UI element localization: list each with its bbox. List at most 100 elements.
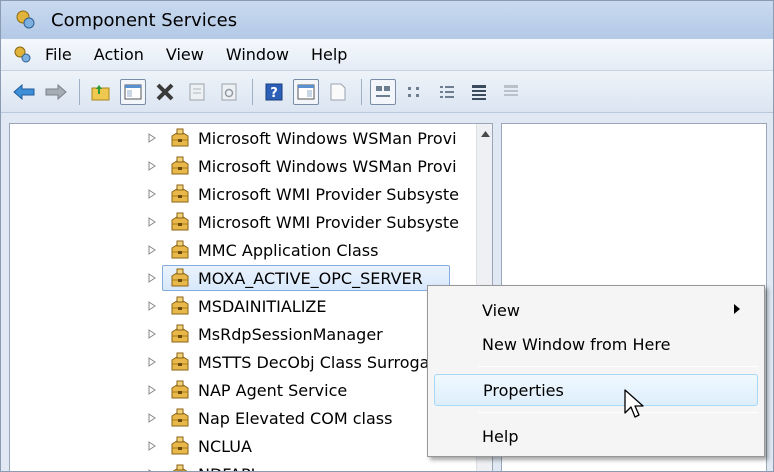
toolbar: ? bbox=[1, 71, 773, 113]
com-application-icon bbox=[169, 295, 191, 317]
tree-item-label: Microsoft Windows WSMan Provi bbox=[198, 156, 457, 176]
expand-arrow-icon[interactable] bbox=[148, 460, 158, 471]
tree-item[interactable]: NAP Agent Service bbox=[10, 376, 476, 404]
com-application-icon bbox=[169, 351, 191, 373]
menu-action[interactable]: Action bbox=[94, 45, 144, 64]
tree-item[interactable]: Microsoft Windows WSMan Provi bbox=[10, 124, 476, 152]
tree-item-label: MSDAINITIALIZE bbox=[198, 296, 327, 316]
delete-button[interactable] bbox=[152, 79, 178, 105]
refresh-button[interactable] bbox=[216, 79, 242, 105]
small-icons-icon bbox=[408, 86, 419, 97]
tree-item[interactable]: MSDAINITIALIZE bbox=[10, 292, 476, 320]
tree-item-label: NDFAPI bbox=[198, 465, 255, 472]
mouse-pointer-icon bbox=[624, 389, 644, 418]
expand-arrow-icon[interactable] bbox=[148, 348, 158, 376]
menu-help[interactable]: Help bbox=[311, 45, 347, 64]
expand-arrow-icon[interactable] bbox=[148, 404, 158, 432]
expand-arrow-icon[interactable] bbox=[148, 376, 158, 404]
com-application-icon bbox=[169, 239, 191, 261]
detail-view-icon bbox=[472, 84, 486, 100]
show-hide-action-pane-button[interactable] bbox=[293, 78, 319, 105]
tree-item[interactable]: MMC Application Class bbox=[10, 236, 476, 264]
toolbar-separator bbox=[361, 78, 362, 105]
help-icon: ? bbox=[265, 83, 283, 101]
tree-item[interactable]: Microsoft Windows WSMan Provi bbox=[10, 152, 476, 180]
expand-arrow-icon[interactable] bbox=[148, 432, 158, 460]
com-application-icon bbox=[169, 323, 191, 345]
up-folder-icon bbox=[91, 84, 110, 100]
new-window-icon bbox=[330, 83, 346, 100]
com-application-icon bbox=[169, 211, 191, 233]
com-application-icon bbox=[169, 379, 191, 401]
menu-view[interactable]: View bbox=[166, 45, 204, 64]
tree-item[interactable]: NCLUA bbox=[10, 432, 476, 460]
new-window-button[interactable] bbox=[325, 79, 351, 105]
back-button[interactable] bbox=[11, 79, 37, 105]
context-menu-help-label: Help bbox=[482, 426, 519, 446]
context-menu-view[interactable]: View bbox=[434, 294, 758, 326]
menu-bar: File Action View Window Help bbox=[1, 39, 773, 71]
properties-button[interactable] bbox=[184, 79, 210, 105]
menu-window[interactable]: Window bbox=[226, 45, 289, 64]
tree-item[interactable]: NDFAPI bbox=[10, 460, 476, 472]
show-hide-tree-icon bbox=[124, 84, 142, 99]
tree-item-label: Microsoft WMI Provider Subsyste bbox=[198, 184, 459, 204]
com-application-icon bbox=[169, 435, 191, 457]
configure-button[interactable] bbox=[498, 79, 524, 105]
context-menu-properties[interactable]: Properties bbox=[434, 374, 758, 406]
detail-button[interactable] bbox=[466, 79, 492, 105]
tree-item[interactable]: Microsoft WMI Provider Subsyste bbox=[10, 180, 476, 208]
up-one-level-button[interactable] bbox=[88, 79, 114, 105]
context-menu-separator bbox=[478, 412, 758, 413]
toolbar-separator bbox=[79, 78, 80, 105]
tree-item-label: NCLUA bbox=[198, 436, 252, 456]
tree-item[interactable]: MsRdpSessionManager bbox=[10, 320, 476, 348]
tree-item[interactable]: Nap Elevated COM class bbox=[10, 404, 476, 432]
component-services-window: Component Services File Action View Wind… bbox=[0, 0, 774, 472]
window-title: Component Services bbox=[51, 9, 238, 31]
expand-arrow-icon[interactable] bbox=[148, 264, 158, 292]
submenu-arrow-icon bbox=[734, 304, 740, 314]
context-menu-new-window-label: New Window from Here bbox=[482, 334, 671, 354]
tree-item[interactable]: MSTTS DecObj Class Surrogate bbox=[10, 348, 476, 376]
com-application-icon bbox=[169, 463, 191, 471]
help-button[interactable]: ? bbox=[261, 79, 287, 105]
properties-icon bbox=[189, 83, 205, 100]
com-application-icon bbox=[169, 407, 191, 429]
com-application-icon bbox=[169, 127, 191, 149]
tree-item-label: Microsoft WMI Provider Subsyste bbox=[198, 212, 459, 232]
console-tree-pane: Microsoft Windows WSMan Provi Microsoft W… bbox=[9, 123, 493, 472]
toolbar-separator bbox=[252, 78, 253, 105]
large-icons-icon bbox=[376, 85, 390, 97]
forward-button[interactable] bbox=[43, 79, 69, 105]
expand-arrow-icon[interactable] bbox=[148, 320, 158, 348]
tree-item[interactable]: Microsoft WMI Provider Subsyste bbox=[10, 208, 476, 236]
expand-arrow-icon[interactable] bbox=[148, 236, 158, 264]
scroll-up-icon[interactable] bbox=[477, 124, 492, 144]
list-button[interactable] bbox=[434, 79, 460, 105]
show-hide-console-tree-button[interactable] bbox=[120, 78, 146, 105]
menu-file[interactable]: File bbox=[45, 45, 72, 64]
back-arrow-icon bbox=[13, 83, 35, 100]
expand-arrow-icon[interactable] bbox=[148, 292, 158, 320]
large-icons-button[interactable] bbox=[370, 78, 396, 105]
tree-item-label: MSTTS DecObj Class Surrogate bbox=[198, 352, 446, 372]
svg-text:?: ? bbox=[270, 86, 278, 101]
expand-arrow-icon[interactable] bbox=[148, 152, 158, 180]
context-menu-new-window[interactable]: New Window from Here bbox=[434, 328, 758, 360]
context-menu-properties-label: Properties bbox=[483, 380, 564, 400]
expand-arrow-icon[interactable] bbox=[148, 180, 158, 208]
system-menu-icon[interactable] bbox=[13, 45, 33, 65]
expand-arrow-icon[interactable] bbox=[148, 124, 158, 152]
configure-icon bbox=[504, 84, 518, 96]
component-services-icon bbox=[16, 10, 35, 29]
tree-item[interactable]: MOXA_ACTIVE_OPC_SERVER bbox=[10, 264, 476, 292]
com-application-icon bbox=[169, 155, 191, 177]
com-application-icon bbox=[169, 267, 191, 289]
refresh-icon bbox=[221, 83, 237, 100]
context-menu-help[interactable]: Help bbox=[434, 420, 758, 452]
tree-item-label: MMC Application Class bbox=[198, 240, 379, 260]
context-menu-separator bbox=[478, 366, 758, 367]
expand-arrow-icon[interactable] bbox=[148, 208, 158, 236]
small-icons-button[interactable] bbox=[402, 79, 428, 105]
